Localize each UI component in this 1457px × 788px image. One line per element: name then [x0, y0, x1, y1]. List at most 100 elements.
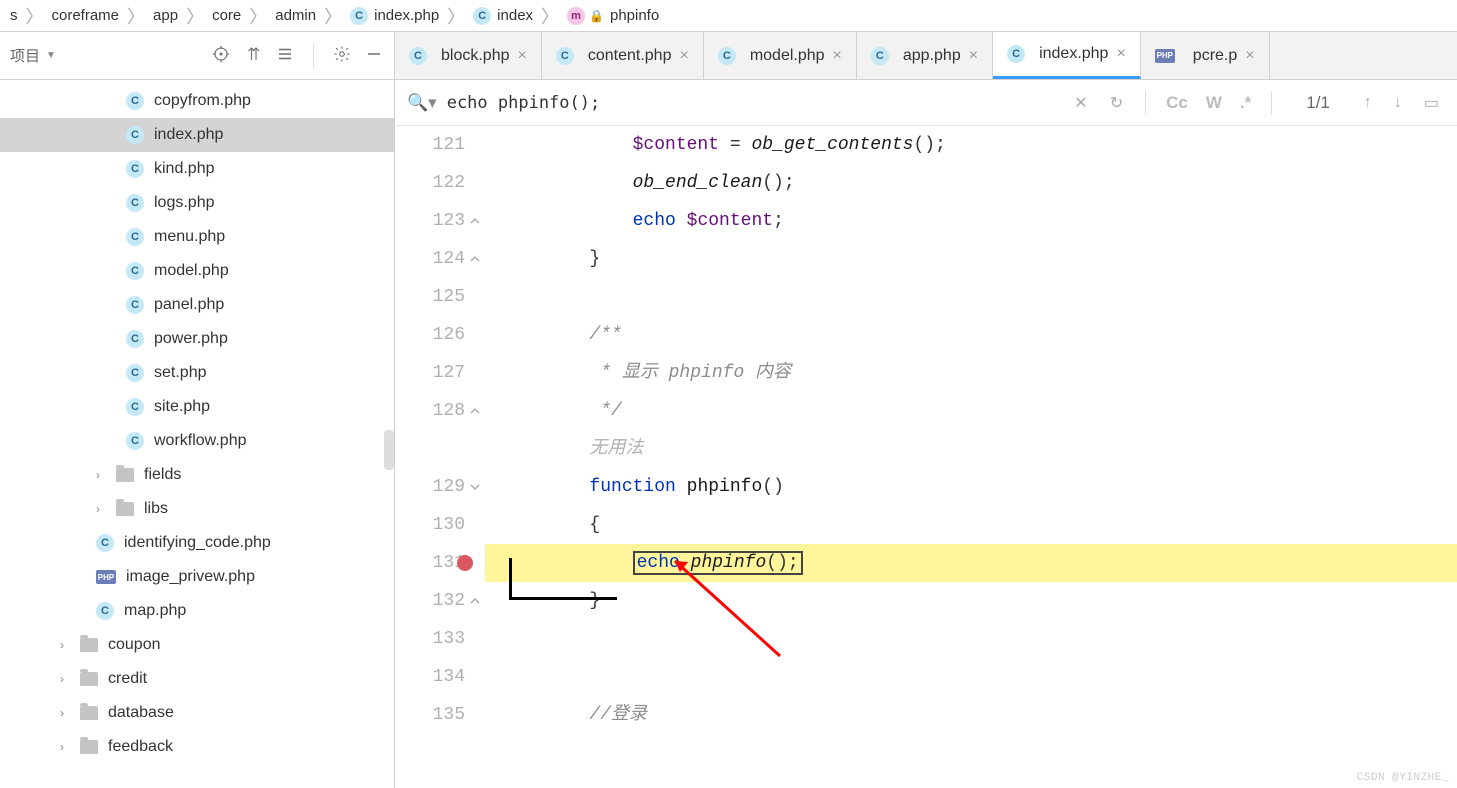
close-tab-icon[interactable]: ×	[679, 47, 688, 65]
match-case-toggle[interactable]: Cc	[1162, 93, 1192, 113]
class-file-icon: C	[126, 296, 144, 314]
file-tree[interactable]: Ccopyfrom.phpCindex.phpCkind.phpClogs.ph…	[0, 80, 394, 788]
tree-folder[interactable]: ›feedback	[0, 730, 394, 764]
code-line[interactable]: {	[485, 506, 1457, 544]
tree-file[interactable]: Ccopyfrom.php	[0, 84, 394, 118]
class-file-icon: C	[126, 228, 144, 246]
editor-tab[interactable]: Cindex.php×	[993, 32, 1141, 79]
select-all-icon[interactable]: ▭	[1418, 93, 1445, 113]
class-file-icon: C	[126, 432, 144, 450]
target-icon[interactable]	[211, 44, 231, 64]
regex-toggle[interactable]: .*	[1236, 93, 1255, 113]
tree-file[interactable]: Cidentifying_code.php	[0, 526, 394, 560]
editor-area: Cblock.php×Ccontent.php×Cmodel.php×Capp.…	[395, 32, 1457, 788]
code-editor[interactable]: 1211221231241251261271281291301311321331…	[395, 126, 1457, 788]
tree-file[interactable]: Cset.php	[0, 356, 394, 390]
code-line[interactable]: */	[485, 392, 1457, 430]
prev-match-icon[interactable]: ↑	[1358, 94, 1378, 112]
tree-folder[interactable]: ›libs	[0, 492, 394, 526]
tree-file[interactable]: Cworkflow.php	[0, 424, 394, 458]
class-file-icon: C	[126, 194, 144, 212]
tree-file[interactable]: Cmap.php	[0, 594, 394, 628]
chevron-right-icon: ›	[60, 740, 74, 754]
gear-icon[interactable]	[332, 44, 352, 64]
breakpoint-icon[interactable]	[457, 555, 473, 571]
editor-tab[interactable]: Capp.php×	[857, 32, 993, 79]
code-line[interactable]: echo $content;	[485, 202, 1457, 240]
code-line[interactable]: * 显示 phpinfo 内容	[485, 354, 1457, 392]
close-tab-icon[interactable]: ×	[518, 47, 527, 65]
fold-icon[interactable]	[468, 594, 482, 608]
chevron-right-icon: ›	[96, 502, 110, 516]
tree-file[interactable]: Clogs.php	[0, 186, 394, 220]
tree-file[interactable]: Cpower.php	[0, 322, 394, 356]
code-line[interactable]: ob_end_clean();	[485, 164, 1457, 202]
editor-tab[interactable]: Cmodel.php×	[704, 32, 857, 79]
breadcrumb-item[interactable]: coreframe	[46, 7, 126, 24]
code-line[interactable]: //登录	[485, 696, 1457, 734]
redo-search-icon[interactable]: ↻	[1104, 93, 1129, 113]
folder-icon	[80, 740, 98, 754]
breadcrumb-item[interactable]: core	[206, 7, 247, 24]
close-tab-icon[interactable]: ×	[833, 47, 842, 65]
collapse-all-icon[interactable]	[275, 44, 295, 64]
fold-icon[interactable]	[468, 252, 482, 266]
tree-file[interactable]: Cmenu.php	[0, 220, 394, 254]
close-tab-icon[interactable]: ×	[1245, 47, 1254, 65]
code-line[interactable]	[485, 278, 1457, 316]
scrollbar-thumb[interactable]	[384, 430, 394, 470]
close-search-icon[interactable]: ✕	[1068, 93, 1093, 113]
php-file-icon: PHP	[96, 570, 116, 584]
fold-icon[interactable]	[468, 214, 482, 228]
class-file-icon: C	[96, 534, 114, 552]
code-line[interactable]: function phpinfo()	[485, 468, 1457, 506]
chevron-right-icon: ›	[60, 638, 74, 652]
chevron-right-icon: ›	[60, 706, 74, 720]
code-line[interactable]	[485, 658, 1457, 696]
breadcrumb-item[interactable]: app	[147, 7, 184, 24]
editor-tab[interactable]: PHPpcre.p×	[1141, 32, 1270, 79]
tree-file[interactable]: Cmodel.php	[0, 254, 394, 288]
project-dropdown[interactable]: 项目▼	[10, 45, 56, 66]
match-count: 1/1	[1288, 93, 1348, 113]
code-line[interactable]: }	[485, 240, 1457, 278]
class-file-icon: C	[126, 92, 144, 110]
code-line[interactable]	[485, 620, 1457, 658]
tree-folder[interactable]: ›credit	[0, 662, 394, 696]
breadcrumb-item[interactable]: Cindex	[467, 7, 539, 25]
expand-all-icon[interactable]	[243, 44, 263, 64]
next-match-icon[interactable]: ↓	[1388, 94, 1408, 112]
lock-icon: 🔒	[589, 9, 604, 23]
tree-file[interactable]: Cpanel.php	[0, 288, 394, 322]
breadcrumb-item[interactable]: admin	[269, 7, 322, 24]
code-line[interactable]: /**	[485, 316, 1457, 354]
tree-file[interactable]: Ckind.php	[0, 152, 394, 186]
fold-icon[interactable]	[468, 480, 482, 494]
close-tab-icon[interactable]: ×	[969, 47, 978, 65]
fold-icon[interactable]	[468, 404, 482, 418]
code-line[interactable]: echo phpinfo();	[485, 544, 1457, 582]
chevron-right-icon: ›	[60, 672, 74, 686]
code-line[interactable]: $content = ob_get_contents();	[485, 126, 1457, 164]
folder-icon	[80, 706, 98, 720]
breadcrumb-item[interactable]: Cindex.php	[344, 7, 445, 25]
tree-folder[interactable]: ›fields	[0, 458, 394, 492]
class-file-icon: C	[96, 602, 114, 620]
tree-file[interactable]: Cindex.php	[0, 118, 394, 152]
breadcrumb-item[interactable]: s	[4, 7, 24, 24]
tree-folder[interactable]: ›coupon	[0, 628, 394, 662]
tree-file[interactable]: Csite.php	[0, 390, 394, 424]
search-query[interactable]: echo phpinfo();	[447, 93, 601, 113]
hide-icon[interactable]	[364, 44, 384, 64]
class-file-icon: C	[126, 364, 144, 382]
editor-tab[interactable]: Cblock.php×	[395, 32, 542, 79]
breadcrumb: s〉coreframe〉app〉core〉admin〉Cindex.php〉Ci…	[0, 0, 1457, 32]
close-tab-icon[interactable]: ×	[1116, 45, 1125, 63]
tree-folder[interactable]: ›database	[0, 696, 394, 730]
words-toggle[interactable]: W	[1202, 93, 1226, 113]
breadcrumb-item[interactable]: m🔒phpinfo	[561, 7, 665, 25]
editor-tab[interactable]: Ccontent.php×	[542, 32, 704, 79]
code-line[interactable]: 无用法	[485, 430, 1457, 468]
tree-file[interactable]: PHPimage_privew.php	[0, 560, 394, 594]
code-line[interactable]: }	[485, 582, 1457, 620]
